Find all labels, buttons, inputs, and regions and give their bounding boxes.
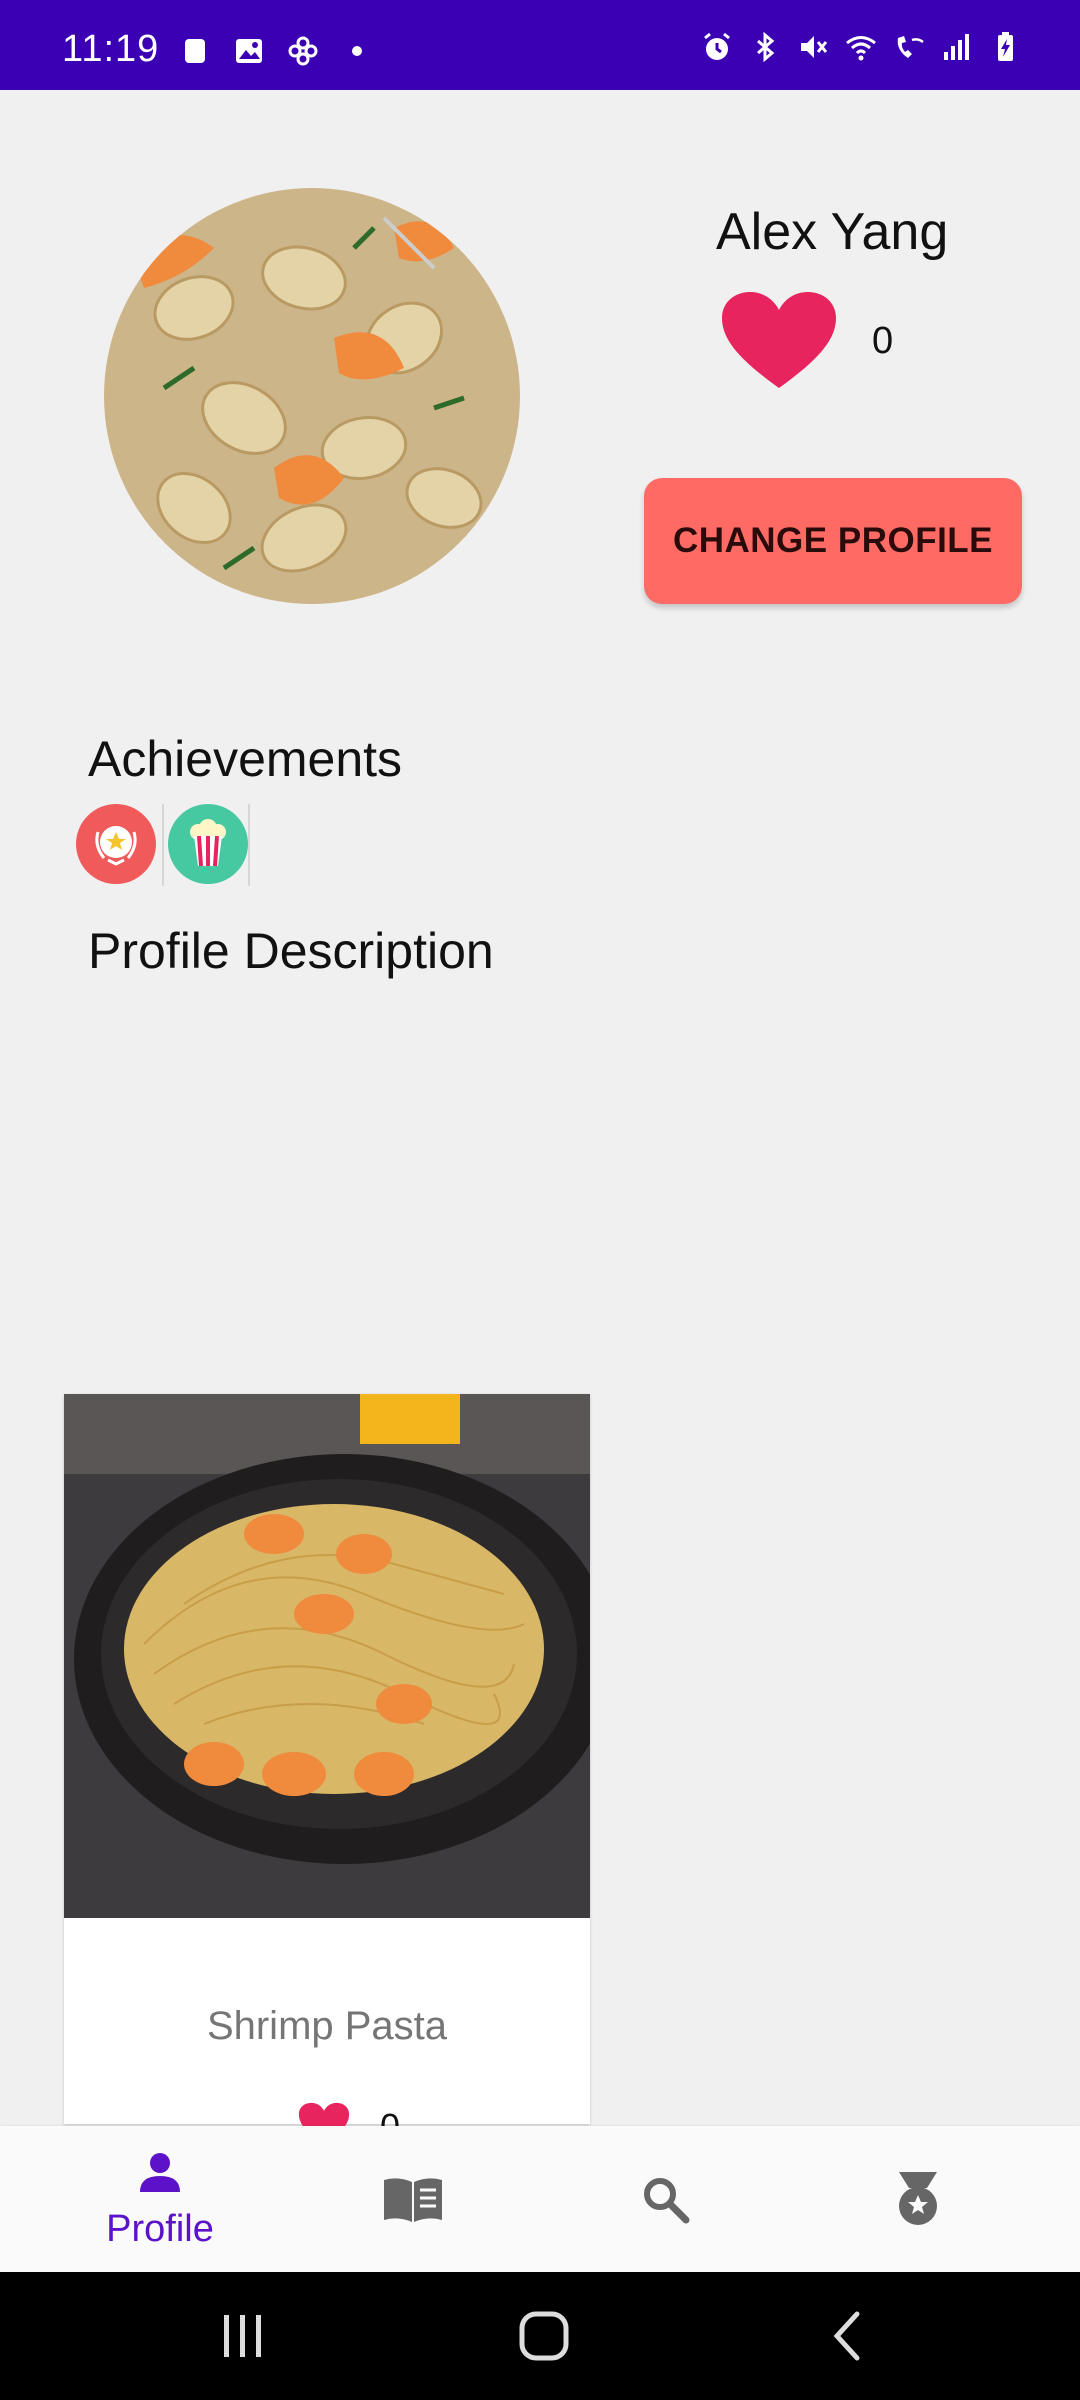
laurel-star-badge-icon[interactable] — [76, 804, 156, 884]
profile-name: Alex Yang — [716, 203, 949, 261]
nav-profile-label: Profile — [106, 2208, 214, 2250]
status-time: 11:19 — [62, 28, 160, 70]
battery-charging-icon — [988, 30, 1022, 64]
nav-recipes[interactable] — [313, 2126, 513, 2272]
popcorn-badge-icon[interactable] — [168, 804, 248, 884]
nav-search[interactable] — [565, 2126, 765, 2272]
system-navigation-bar — [0, 2272, 1080, 2400]
notification-icons — [178, 34, 374, 68]
recents-icon[interactable] — [183, 2272, 303, 2400]
nav-profile[interactable]: Profile — [60, 2126, 260, 2272]
system-status-icons — [700, 30, 1022, 64]
medal-icon — [893, 2170, 943, 2233]
image-icon — [232, 34, 266, 68]
signal-icon — [940, 30, 974, 64]
square-notification-icon — [178, 34, 212, 68]
achievements-title: Achievements — [88, 731, 403, 787]
bottom-navigation: Profile — [0, 2126, 1080, 2272]
badge-divider — [248, 804, 250, 886]
recipe-name: Shrimp Pasta — [206, 2004, 448, 2048]
person-icon — [136, 2148, 184, 2201]
mute-icon — [796, 30, 830, 64]
heart-icon — [720, 290, 838, 390]
dot-icon — [340, 34, 374, 68]
book-icon — [382, 2176, 444, 2229]
home-icon[interactable] — [484, 2272, 604, 2400]
bluetooth-icon — [748, 30, 782, 64]
badge-divider — [162, 804, 164, 886]
nav-achievements[interactable] — [818, 2126, 1018, 2272]
alarm-icon — [700, 30, 734, 64]
profile-description-title: Profile Description — [88, 923, 494, 979]
pinwheel-icon — [286, 34, 320, 68]
status-bar: 11:19 — [0, 0, 1080, 90]
profile-likes-count: 0 — [872, 320, 894, 362]
back-icon[interactable] — [787, 2272, 907, 2400]
profile-avatar — [104, 188, 520, 604]
wifi-calling-icon — [892, 30, 926, 64]
search-icon — [640, 2174, 690, 2229]
wifi-icon — [844, 30, 878, 64]
change-profile-button[interactable]: CHANGE PROFILE — [644, 478, 1022, 604]
recipe-image — [64, 1394, 590, 1918]
